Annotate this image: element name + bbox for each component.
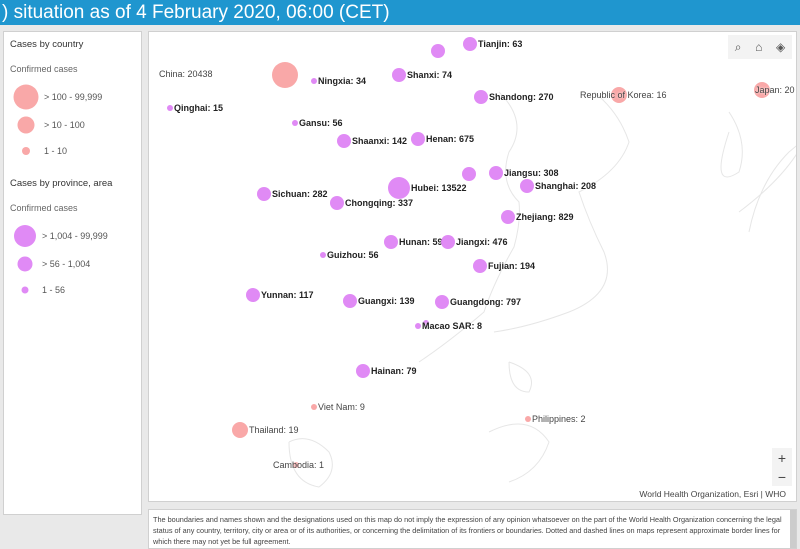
- shandong-marker[interactable]: [474, 90, 488, 104]
- philippines-marker[interactable]: [525, 416, 531, 422]
- zhejiang-label: Zhejiang: 829: [516, 212, 574, 222]
- hainan-marker[interactable]: [356, 364, 370, 378]
- tianjin-marker[interactable]: [463, 37, 477, 51]
- guangxi-marker[interactable]: [343, 294, 357, 308]
- sichuan-label: Sichuan: 282: [272, 189, 328, 199]
- map-toolbar: ⌕ ⌂ ◈: [728, 35, 792, 59]
- sichuan-marker[interactable]: [257, 187, 271, 201]
- search-icon[interactable]: ⌕: [735, 40, 742, 55]
- map-attribution: World Health Organization, Esri | WHO: [639, 489, 786, 499]
- guangdong-marker[interactable]: [435, 295, 449, 309]
- macao-marker[interactable]: [415, 323, 421, 329]
- jiangxi-marker[interactable]: [441, 235, 455, 249]
- chongqing-label: Chongqing: 337: [345, 198, 413, 208]
- unlabeled-marker[interactable]: [462, 167, 476, 181]
- shanxi-marker[interactable]: [392, 68, 406, 82]
- zoom-in-button[interactable]: +: [778, 450, 786, 466]
- disclaimer-text: The boundaries and names shown and the d…: [153, 515, 782, 546]
- shaanxi-label: Shaanxi: 142: [352, 136, 408, 146]
- legend-country-large-symbol: [13, 84, 39, 110]
- yunnan-label: Yunnan: 117: [261, 290, 314, 300]
- legend-province-medium-symbol: [17, 256, 33, 272]
- china-label: China: 20438: [159, 69, 213, 79]
- fujian-label: Fujian: 194: [488, 261, 536, 271]
- home-icon[interactable]: ⌂: [755, 40, 762, 54]
- legend-country-class: 1 - 10: [44, 146, 68, 156]
- qinghai-marker[interactable]: [167, 105, 173, 111]
- qinghai-label: Qinghai: 15: [174, 103, 224, 113]
- shanghai-label: Shanghai: 208: [535, 181, 597, 191]
- tianjin-label: Tianjin: 63: [478, 39, 523, 49]
- legend-country-title: Cases by country: [10, 39, 84, 50]
- jiangsu-label: Jiangsu: 308: [504, 168, 559, 178]
- guangdong-label: Guangdong: 797: [450, 297, 522, 307]
- hubei-marker[interactable]: [388, 177, 410, 199]
- gansu-label: Gansu: 56: [299, 118, 343, 128]
- disclaimer-scrollbar[interactable]: [790, 510, 796, 548]
- legend-country-small-symbol: [22, 147, 30, 155]
- hunan-marker[interactable]: [384, 235, 398, 249]
- shandong-label: Shandong: 270: [489, 92, 554, 102]
- yunnan-marker[interactable]: [246, 288, 260, 302]
- layers-icon[interactable]: ◈: [776, 40, 785, 54]
- philippines-label: Philippines: 2: [532, 414, 586, 424]
- japan-label: Japan: 20: [755, 85, 795, 95]
- legend-panel: Cases by country Confirmed cases > 100 -…: [3, 31, 142, 515]
- ningxia-marker[interactable]: [311, 78, 317, 84]
- shaanxi-marker[interactable]: [337, 134, 351, 148]
- shanxi-label: Shanxi: 74: [407, 70, 453, 80]
- cambodia-label: Cambodia: 1: [273, 460, 325, 470]
- legend-province-large-symbol: [14, 225, 36, 247]
- macao-label: Macao SAR: 8: [422, 321, 483, 331]
- legend-country-class: > 100 - 99,999: [44, 92, 103, 102]
- disclaimer-box: The boundaries and names shown and the d…: [148, 509, 797, 549]
- guangxi-label: Guangxi: 139: [358, 296, 415, 306]
- ningxia-label: Ningxia: 34: [318, 76, 367, 86]
- guizhou-marker[interactable]: [320, 252, 326, 258]
- zoom-control: + −: [772, 448, 792, 486]
- legend-province-class: 1 - 56: [42, 285, 66, 295]
- map-view[interactable]: China: 20438 Ningxia: 34 Tianjin: 63 Shanxi…: [148, 31, 797, 502]
- unlabeled-marker[interactable]: [272, 62, 298, 88]
- vietnam-marker[interactable]: [311, 404, 317, 410]
- zhejiang-marker[interactable]: [501, 210, 515, 224]
- chongqing-marker[interactable]: [330, 196, 344, 210]
- legend-province-class: > 56 - 1,004: [42, 259, 91, 269]
- thailand-label: Thailand: 19: [249, 425, 299, 435]
- page-title: ) situation as of 4 February 2020, 06:00…: [0, 0, 800, 25]
- hubei-label: Hubei: 13522: [411, 183, 467, 193]
- legend-province-class: > 1,004 - 99,999: [42, 231, 108, 241]
- hainan-label: Hainan: 79: [371, 366, 417, 376]
- legend-province-subtitle: Confirmed cases: [10, 203, 78, 213]
- guizhou-label: Guizhou: 56: [327, 250, 379, 260]
- fujian-marker[interactable]: [473, 259, 487, 273]
- gansu-marker[interactable]: [292, 120, 298, 126]
- legend-province-small-symbol: [21, 286, 29, 294]
- vietnam-label: Viet Nam: 9: [318, 402, 365, 412]
- henan-marker[interactable]: [411, 132, 425, 146]
- legend-country-medium-symbol: [17, 116, 35, 134]
- unlabeled-marker[interactable]: [431, 44, 445, 58]
- zoom-out-button[interactable]: −: [778, 469, 786, 485]
- jiangsu-marker[interactable]: [489, 166, 503, 180]
- legend-country-class: > 10 - 100: [44, 120, 85, 130]
- korea-label: Republic of Korea: 16: [580, 90, 667, 100]
- legend-country-subtitle: Confirmed cases: [10, 64, 78, 74]
- thailand-marker[interactable]: [232, 422, 248, 438]
- jiangxi-label: Jiangxi: 476: [456, 237, 508, 247]
- shanghai-marker[interactable]: [520, 179, 534, 193]
- legend-province-title: Cases by province, area: [10, 178, 113, 189]
- henan-label: Henan: 675: [426, 134, 475, 144]
